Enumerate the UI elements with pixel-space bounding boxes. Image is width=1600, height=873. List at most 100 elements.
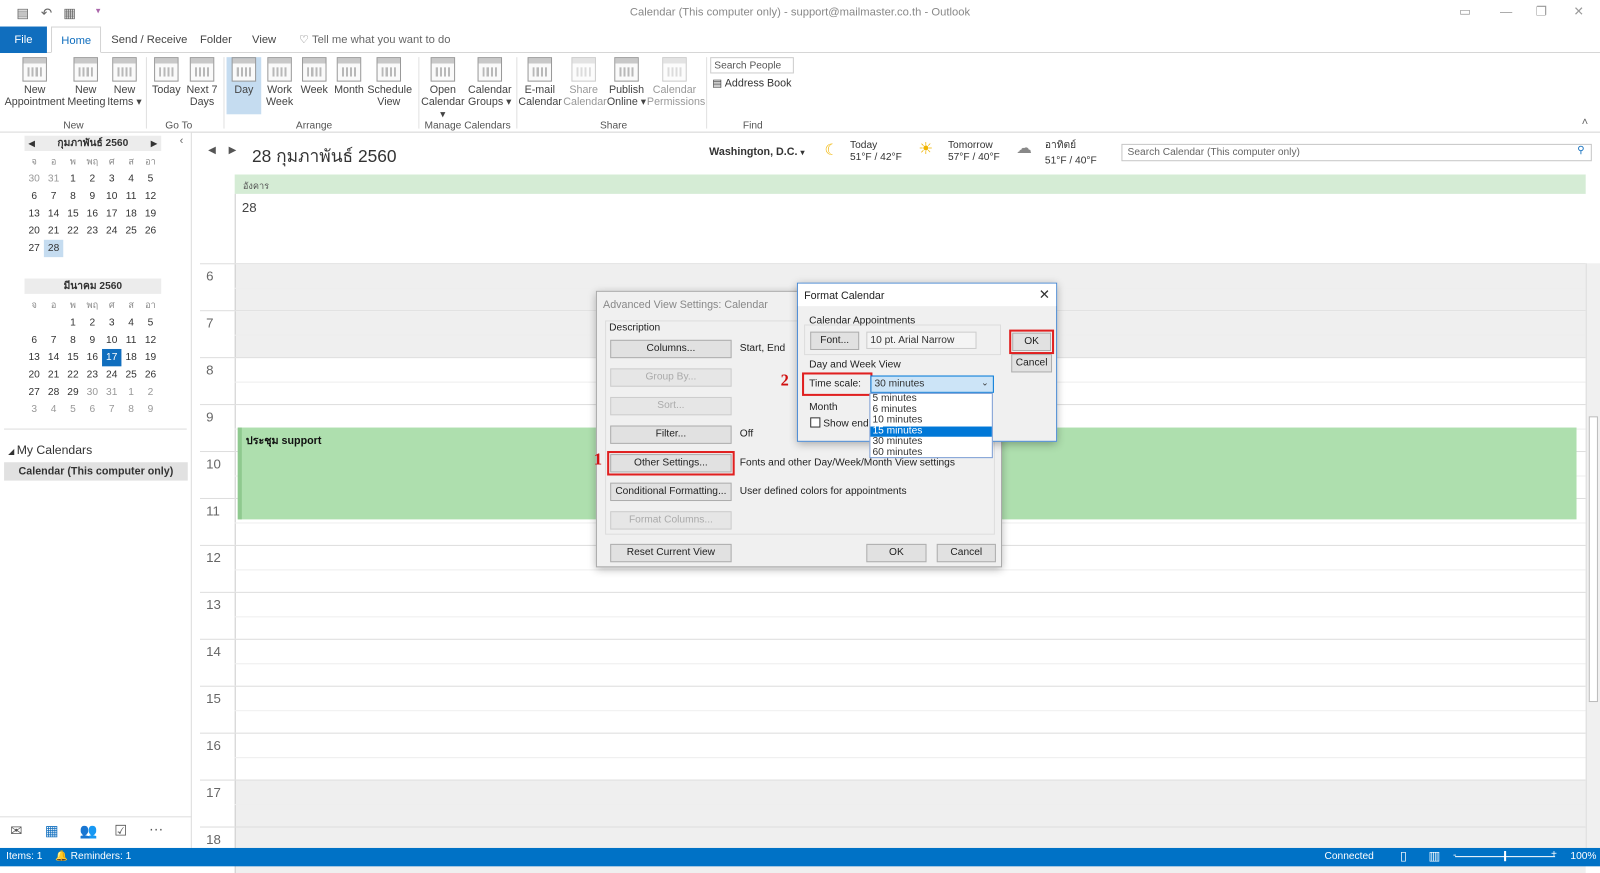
mini-calendar-day[interactable]: 6 <box>24 188 43 205</box>
mini-calendar-day[interactable]: 16 <box>83 349 102 366</box>
mini-calendar-day[interactable]: 2 <box>83 314 102 331</box>
reset-current-view-button[interactable]: Reset Current View <box>610 543 732 563</box>
mini-calendar-day[interactable]: 12 <box>141 332 160 349</box>
next-day-icon[interactable]: ▶ <box>229 145 237 156</box>
today-button[interactable]: Today <box>150 57 183 96</box>
mini-calendar-day[interactable]: 5 <box>141 170 160 187</box>
tab-view[interactable]: View <box>243 27 286 54</box>
format-ok-button[interactable]: OK <box>1009 329 1055 355</box>
mini-calendar-day[interactable]: 12 <box>141 188 160 205</box>
time-scale-option[interactable]: 60 minutes <box>870 447 991 458</box>
mini-calendar-day[interactable]: 8 <box>121 401 140 418</box>
maximize-icon[interactable]: ❐ <box>1536 4 1547 18</box>
mini-calendar-day[interactable]: 18 <box>121 349 140 366</box>
view-setting-button[interactable]: Columns... <box>610 339 732 359</box>
prev-day-icon[interactable]: ◀ <box>208 145 216 156</box>
tab-file[interactable]: File <box>0 26 47 54</box>
time-scale-option[interactable]: 30 minutes <box>870 436 991 448</box>
search-calendar-input[interactable]: Search Calendar (This computer only) ⚲ <box>1121 143 1592 162</box>
calendar-nav-icon[interactable]: ▦ <box>45 822 59 839</box>
mini-calendar-day[interactable]: 3 <box>24 401 43 418</box>
hour-row[interactable]: 15 <box>199 685 1586 733</box>
mini-calendar-day[interactable]: 5 <box>63 401 82 418</box>
mini-calendar-day[interactable]: 2 <box>141 384 160 401</box>
mini-calendar-day[interactable]: 29 <box>63 384 82 401</box>
mini-calendar-day[interactable]: 4 <box>121 170 140 187</box>
mini-calendar-day[interactable]: 20 <box>24 366 43 383</box>
view-setting-button[interactable]: Group By... <box>610 368 732 387</box>
mini-calendar-day[interactable]: 9 <box>83 332 102 349</box>
next-7-days-button[interactable]: Next 7 Days <box>185 57 220 108</box>
mini-calendar-day[interactable]: 17 <box>102 348 122 367</box>
format-cancel-button[interactable]: Cancel <box>1011 354 1053 373</box>
reading-view-icon[interactable]: ▥ <box>1429 849 1441 863</box>
collapse-ribbon-icon[interactable]: ˄ <box>1582 116 1589 128</box>
mini-calendar-day[interactable]: 19 <box>141 349 160 366</box>
mini-calendar-day[interactable]: 1 <box>121 384 140 401</box>
mini-calendar-day[interactable]: 23 <box>83 222 102 239</box>
publish-online-button[interactable]: Publish Online ▾ <box>606 57 647 108</box>
share-calendar-button[interactable]: Share Calendar <box>563 57 607 108</box>
view-setting-button[interactable]: Format Columns... <box>610 511 732 530</box>
mini-calendar-day[interactable]: 14 <box>44 205 63 222</box>
address-book-button[interactable]: ▤ Address Book <box>712 78 791 90</box>
mini-calendar-day[interactable]: 1 <box>63 314 82 331</box>
time-scale-option[interactable]: 5 minutes <box>870 393 991 405</box>
open-calendar-button[interactable]: Open Calendar ▾ <box>420 57 465 120</box>
work-week-button[interactable]: Work Week <box>263 57 296 108</box>
vertical-scrollbar[interactable] <box>1585 263 1600 848</box>
mini-calendar-day[interactable]: 15 <box>63 205 82 222</box>
tab-folder[interactable]: Folder <box>191 27 241 54</box>
mini-calendar-day[interactable]: 25 <box>121 366 140 383</box>
mini-calendar-day[interactable]: 8 <box>63 332 82 349</box>
new-appointment-button[interactable]: New Appointment <box>4 57 65 108</box>
mini-calendar-day[interactable]: 28 <box>43 239 64 258</box>
view-setting-button[interactable]: Other Settings... <box>607 451 735 476</box>
minimize-icon[interactable]: — <box>1500 4 1512 18</box>
mini-calendar-day[interactable]: 10 <box>102 188 121 205</box>
mini-calendar-day[interactable]: 7 <box>102 401 121 418</box>
location-dropdown[interactable]: Washington, D.C. ▾ <box>709 146 804 158</box>
prev-month-icon[interactable]: ◀ <box>29 136 35 151</box>
time-scale-dropdown[interactable]: 30 minutes ⌄ <box>870 375 994 393</box>
mini-calendar-day[interactable]: 11 <box>121 332 140 349</box>
mini-calendar-day[interactable]: 27 <box>24 240 43 257</box>
mini-calendar-day[interactable]: 26 <box>141 366 160 383</box>
mini-calendar-day[interactable]: 18 <box>121 205 140 222</box>
mini-calendar-day[interactable]: 6 <box>83 401 102 418</box>
mini-calendar-day[interactable]: 30 <box>24 170 43 187</box>
mini-calendar-day[interactable]: 21 <box>44 222 63 239</box>
view-setting-button[interactable]: Sort... <box>610 396 732 416</box>
collapse-pane-icon[interactable]: ‹ <box>180 135 184 147</box>
my-calendars-group[interactable]: ◢ My Calendars <box>8 443 92 457</box>
mini-calendar-day[interactable]: 30 <box>83 384 102 401</box>
mini-calendar-day[interactable]: 4 <box>121 314 140 331</box>
calendar-groups-button[interactable]: Calendar Groups ▾ <box>467 57 512 108</box>
next-month-icon[interactable]: ▶ <box>151 136 157 151</box>
close-icon[interactable]: ✕ <box>1573 4 1583 18</box>
week-button[interactable]: Week <box>298 57 331 96</box>
ribbon-display-icon[interactable]: ▭ <box>1459 4 1471 18</box>
day-view-button[interactable]: Day <box>226 57 262 115</box>
view-setting-button[interactable]: Filter... <box>610 425 732 444</box>
hour-row[interactable]: 16 <box>199 732 1586 780</box>
mini-calendar-day[interactable]: 21 <box>44 366 63 383</box>
normal-view-icon[interactable]: ▯ <box>1400 849 1407 863</box>
mail-icon[interactable]: ✉ <box>10 822 22 839</box>
mini-calendar-day[interactable]: 24 <box>102 222 121 239</box>
mini-calendar-day[interactable]: 16 <box>83 205 102 222</box>
people-icon[interactable]: 👥 <box>80 822 98 839</box>
view-setting-button[interactable]: Conditional Formatting... <box>610 482 732 502</box>
calendar-permissions-button[interactable]: Calendar Permissions <box>647 57 705 108</box>
mini-calendar-day[interactable]: 28 <box>44 384 63 401</box>
mini-calendar-day[interactable]: 20 <box>24 222 43 239</box>
close-dialog-icon[interactable]: ✕ <box>1039 287 1050 303</box>
mini-calendar-day[interactable]: 2 <box>83 170 102 187</box>
email-calendar-button[interactable]: E-mail Calendar <box>518 57 562 108</box>
mini-calendar-day[interactable]: 26 <box>141 222 160 239</box>
new-items-button[interactable]: New Items ▾ <box>106 57 143 108</box>
schedule-view-button[interactable]: Schedule View <box>367 57 412 108</box>
tell-me-box[interactable]: ♡ Tell me what you want to do <box>290 27 460 54</box>
hour-row[interactable]: 17 <box>199 779 1586 827</box>
mini-calendar-day[interactable]: 15 <box>63 349 82 366</box>
